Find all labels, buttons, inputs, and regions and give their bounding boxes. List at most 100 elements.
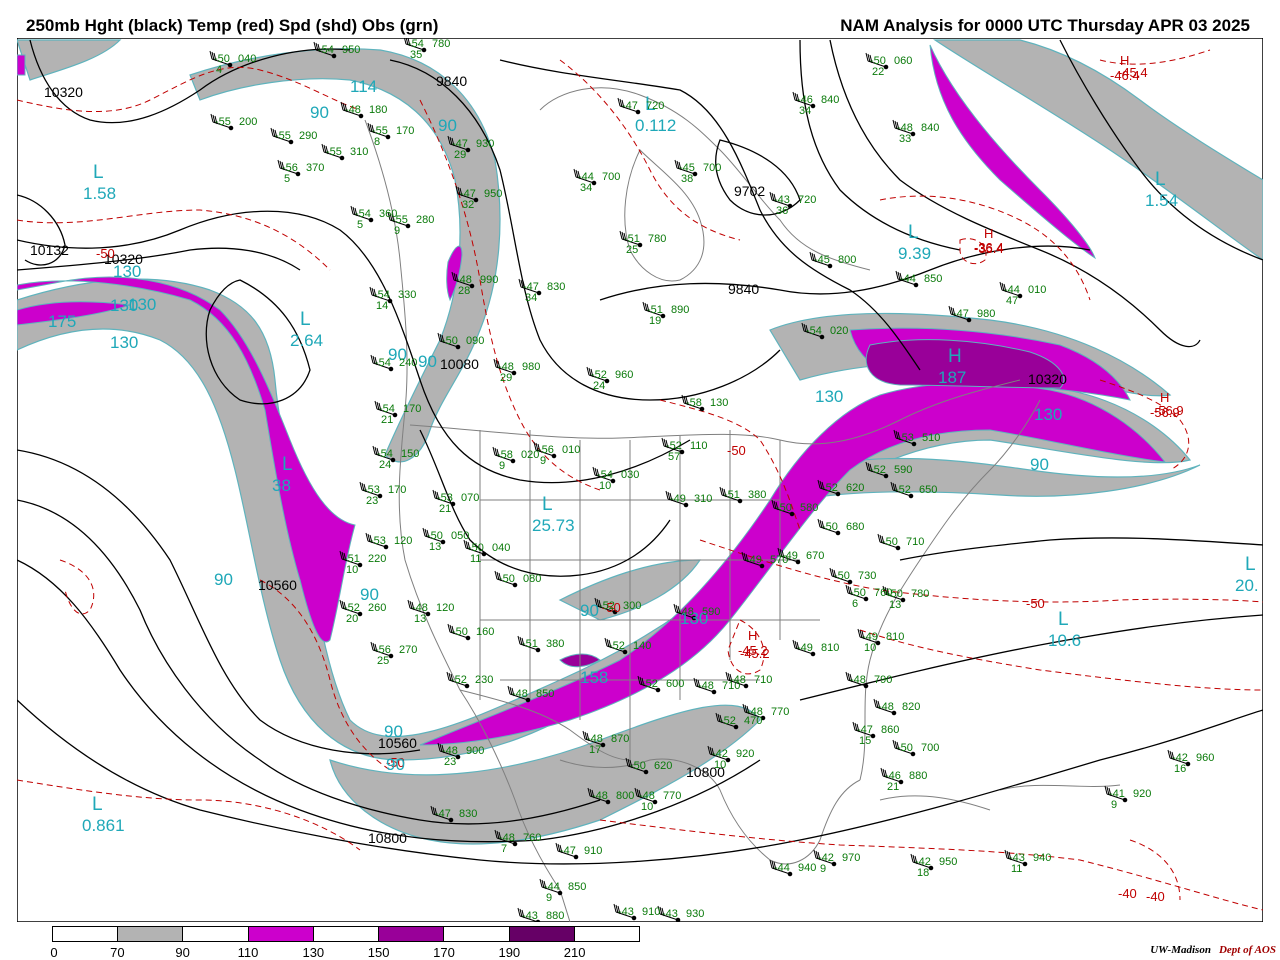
speed-contour-label: 90 [438,116,457,135]
station-temperature: -47 [953,308,969,320]
station-dewpoint-depression: 29 [454,149,466,161]
station-height: 650 [919,484,937,496]
station-height: 580 [800,502,818,514]
station-dewpoint-depression: 6 [852,598,858,610]
valid-time-title: NAM Analysis for 0000 UTC Thursday APR 0… [840,16,1250,35]
center-value: -45.2 [738,643,768,658]
station-height: 950 [342,44,360,56]
station-height: 130 [710,397,728,409]
station-dewpoint-depression: 5 [284,173,290,185]
station-dewpoint-depression: 29 [500,372,512,384]
station-height: 510 [922,432,940,444]
center-letter: H [1160,390,1169,405]
speed-contour-label: 90 [310,103,329,122]
speed-contour-label: 158 [580,668,608,687]
station-height: 810 [886,631,904,643]
station-temperature: -48 [747,706,763,718]
station-height: 710 [906,536,924,548]
station-height: 980 [977,308,995,320]
station-temperature: -48 [345,104,361,116]
center-value: 187 [938,368,966,387]
speed-contour-label: 130 [128,295,156,314]
station-height: 680 [846,521,864,533]
station-height: 010 [1028,284,1046,296]
station-height: 840 [821,94,839,106]
colorbar-segment [509,927,575,941]
station-height: 600 [666,678,684,690]
station-temperature: -48 [592,790,608,802]
colorbar-segment [313,927,380,941]
station-temperature: -55 [275,130,291,142]
station-dewpoint-depression: 10 [346,564,358,576]
station-temperature: -49 [746,554,762,566]
center-letter: L [1155,169,1166,190]
station-dewpoint-depression: 21 [439,503,451,515]
station-height: 260 [368,602,386,614]
station-dewpoint-depression: 13 [429,541,441,553]
colorbar-tick-label: 110 [237,945,259,960]
center-value: 9.39 [898,244,931,263]
station-dewpoint-depression: 14 [376,300,388,312]
station-height: 120 [436,602,454,614]
station-temperature: -58 [686,397,702,409]
station-height: 170 [396,125,414,137]
station-height: 140 [633,640,651,652]
station-height: 020 [521,449,539,461]
station-temperature: -43 [618,906,634,918]
station-temperature: -49 [670,493,686,505]
center-value: 0.861 [82,816,125,835]
station-height: 780 [648,233,666,245]
station-height: 670 [806,550,824,562]
station-height: 850 [568,881,586,893]
station-height: 310 [694,493,712,505]
station-height: 830 [459,808,477,820]
station-height: 940 [798,862,816,874]
station-height: 290 [299,130,317,142]
weather-map[interactable]: 1032010132103209840100809702984010320105… [17,38,1263,922]
station-temperature: -50 [499,573,515,585]
station-height: 920 [736,748,754,760]
station-height: 710 [754,674,772,686]
station-height: 810 [821,642,839,654]
credit-org: UW-Madison [1150,944,1211,956]
colorbar-tick-label: 0 [50,945,58,960]
station-temperature: -54 [806,325,822,337]
station-temperature: -52 [895,484,911,496]
credit-dept: Dept of AOS [1218,944,1276,956]
speed-contour-label: 90 [386,755,405,774]
colorbar-segment [248,927,314,941]
height-contour-label: 10800 [368,830,407,846]
speed-contour-label: 175 [48,312,76,331]
station-dewpoint-depression: 38 [681,173,693,185]
station-dewpoint-depression: 34 [799,105,811,117]
center-letter: H [984,226,993,241]
station-temperature: -53 [370,535,386,547]
station-height: 150 [401,448,419,460]
station-dewpoint-depression: 18 [917,867,929,879]
colorbar-segment [183,927,249,941]
station-dewpoint-depression: 24 [593,380,605,392]
station-height: 910 [584,845,602,857]
speed-contour-label: 114 [350,77,377,96]
station-dewpoint-depression: 5 [357,219,363,231]
station-dewpoint-depression: 9 [394,225,400,237]
station-temperature: -50 [776,502,792,514]
station-temperature: -54 [318,44,334,56]
station-height: 700 [602,171,620,183]
station-temperature: -52 [599,600,615,612]
height-contour-label: 9840 [436,73,467,89]
station-height: 930 [476,138,494,150]
station-height: 700 [703,162,721,174]
colorbar-tick-label: 170 [433,945,455,960]
station-height: 770 [663,790,681,802]
station-height: 970 [842,852,860,864]
station-dewpoint-depression: 13 [889,599,901,611]
station-height: 780 [432,38,450,50]
height-contour-label: 9840 [728,281,759,297]
station-height: 850 [536,688,554,700]
station-temperature: -50 [452,626,468,638]
center-value: 0.112 [635,116,676,135]
station-height: 040 [492,542,510,554]
station-temperature: -48 [878,701,894,713]
center-letter: H [748,628,757,643]
